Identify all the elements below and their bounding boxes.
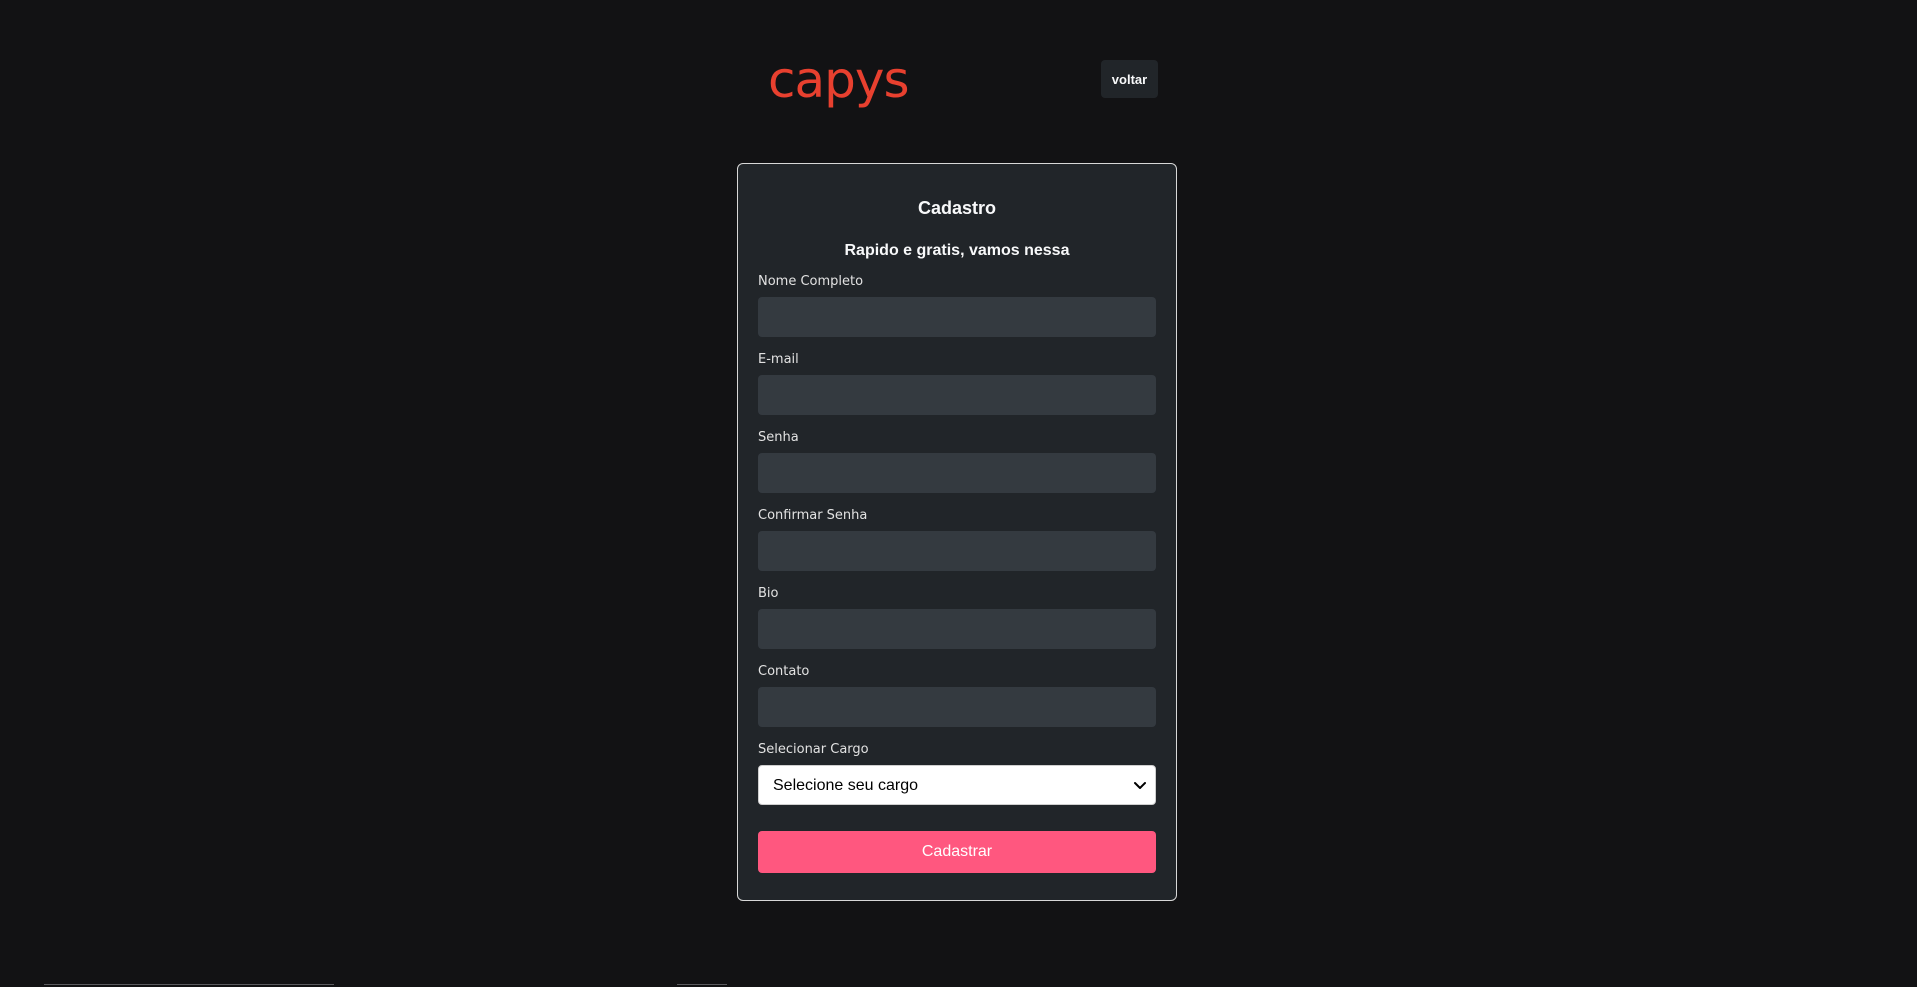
bio-field: Bio — [758, 585, 1156, 649]
role-field: Selecionar Cargo Selecione seu cargo — [758, 741, 1156, 805]
logo-text: capys — [768, 51, 910, 109]
divider — [677, 984, 727, 985]
header: capys voltar — [768, 55, 1158, 105]
register-button[interactable]: Cadastrar — [758, 831, 1156, 873]
contact-label: Contato — [758, 664, 810, 679]
role-select-wrapper: Selecione seu cargo — [758, 765, 1156, 805]
contact-input[interactable] — [758, 687, 1156, 727]
confirm-password-field: Confirmar Senha — [758, 507, 1156, 571]
page-subtitle: Rapido e gratis, vamos nessa — [844, 242, 1070, 259]
password-label: Senha — [758, 430, 799, 445]
divider — [44, 984, 334, 985]
logo: capys — [768, 51, 910, 109]
bio-input[interactable] — [758, 609, 1156, 649]
email-label: E-mail — [758, 352, 799, 367]
confirm-password-input[interactable] — [758, 531, 1156, 571]
password-input[interactable] — [758, 453, 1156, 493]
signup-form: Nome Completo E-mail Senha Confirmar Sen… — [758, 273, 1156, 873]
role-label: Selecionar Cargo — [758, 742, 869, 757]
bio-label: Bio — [758, 586, 779, 601]
confirm-password-label: Confirmar Senha — [758, 508, 868, 523]
back-button[interactable]: voltar — [1101, 60, 1158, 98]
role-select[interactable]: Selecione seu cargo — [758, 765, 1156, 805]
signup-page: capys voltar Cadastro Rapido e gratis, v… — [0, 0, 1917, 987]
page-title: Cadastro — [917, 198, 997, 218]
email-input[interactable] — [758, 375, 1156, 415]
signup-card: Cadastro Rapido e gratis, vamos nessa No… — [737, 163, 1177, 901]
email-field: E-mail — [758, 351, 1156, 415]
contact-field: Contato — [758, 663, 1156, 727]
name-field: Nome Completo — [758, 273, 1156, 337]
name-input[interactable] — [758, 297, 1156, 337]
name-label: Nome Completo — [758, 274, 864, 289]
password-field: Senha — [758, 429, 1156, 493]
